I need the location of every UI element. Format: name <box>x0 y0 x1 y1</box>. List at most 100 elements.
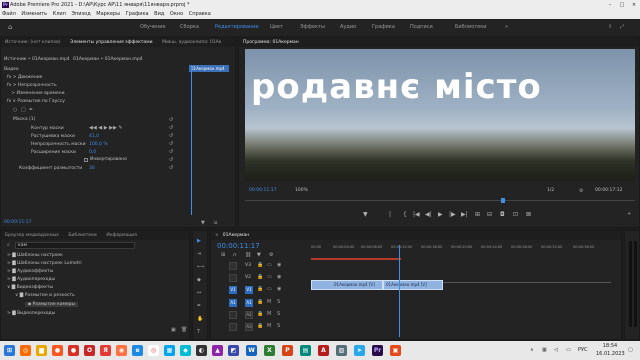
battery-icon[interactable]: ▭ <box>566 347 571 353</box>
mask-track-controls[interactable]: ◀◀ ◀ ▶ ▶▶ ✎ <box>89 125 139 132</box>
source-patch[interactable] <box>229 311 237 319</box>
menu-file[interactable]: Файл <box>2 11 16 17</box>
app-icon[interactable]: ◩ <box>228 345 239 356</box>
reset-icons[interactable]: ↺ ↺ ↺ ↺ ↺ ↺ ↺ <box>169 116 175 176</box>
close-sequence-icon[interactable]: × <box>211 231 223 240</box>
source-patch-v1[interactable]: V1 <box>229 286 237 294</box>
lock-icon[interactable]: 🔒 <box>257 286 263 292</box>
ws-editing[interactable]: Редактирование <box>215 24 259 30</box>
clip-bar[interactable]: 01Акерман.mp4 <box>189 65 229 72</box>
program-timecode[interactable]: 00:00:11:17 <box>249 188 276 193</box>
maximize-icon[interactable]: □ <box>616 0 628 10</box>
solo-icon[interactable]: S <box>277 311 280 317</box>
track-label-a1[interactable]: A1 <box>245 299 253 307</box>
close-icon[interactable]: × <box>628 0 640 10</box>
extract-icon[interactable]: ⊟ <box>487 211 492 218</box>
zoom-select[interactable]: 100% <box>295 188 308 193</box>
fx-opacity[interactable]: fx > Непрозрачность <box>7 83 57 88</box>
ripple-edit-icon[interactable]: ⟷ <box>197 264 204 270</box>
hand-icon[interactable]: ✋ <box>197 316 203 322</box>
slip-icon[interactable]: ↔ <box>197 290 201 296</box>
excel-icon[interactable]: X <box>264 345 275 356</box>
timeline-clip-1[interactable]: 01Акерман.mp4 [V] <box>311 280 383 290</box>
folder-icon[interactable]: ▆ <box>36 345 47 356</box>
menu-edit[interactable]: Изменить <box>21 11 47 17</box>
opera-icon[interactable]: O <box>84 345 95 356</box>
effects-folder[interactable]: > ▇ Видеопереходы <box>7 311 55 316</box>
nest-icon[interactable]: ⊞ <box>221 252 225 258</box>
step-back-icon[interactable]: |◀ <box>413 211 420 218</box>
inverted-checkbox[interactable] <box>84 158 88 162</box>
mask-expansion-value[interactable]: 0,0 <box>89 150 96 155</box>
yandex-icon[interactable]: Я <box>100 345 111 356</box>
effects-folder[interactable]: > ▇ Шаблоны настроек Lumetri <box>7 261 82 266</box>
ec-playhead[interactable] <box>191 65 192 215</box>
lock-icon[interactable]: 🔒 <box>257 299 263 305</box>
blurriness-value[interactable]: 30 <box>89 166 95 171</box>
tab-source[interactable]: Источник: (нет клипов) <box>1 38 65 47</box>
language-indicator[interactable]: РУС <box>578 347 588 353</box>
ws-audio[interactable]: Аудио <box>340 24 356 30</box>
menu-sequence[interactable]: Эпизод <box>72 11 91 17</box>
timeline-timecode[interactable]: 00:00:11:17 <box>217 242 260 250</box>
network-icon[interactable]: ▦ <box>542 347 547 353</box>
rect-mask-icon[interactable]: □ <box>21 107 26 113</box>
volume-icon[interactable]: ◁ <box>554 347 558 353</box>
ws-captions[interactable]: Подписи <box>410 24 433 30</box>
lock-icon[interactable]: 🔒 <box>257 323 263 329</box>
pen-mask-icon[interactable]: ✒ <box>29 107 33 113</box>
app-icon[interactable]: ▣ <box>390 345 401 356</box>
track-select-icon[interactable]: ⇥ <box>197 251 201 257</box>
fx-gaussian-blur[interactable]: fx ∨ Размытие по Гауссу <box>7 99 65 104</box>
clock-date[interactable]: 16.01.2023 <box>596 351 625 357</box>
comparison-icon[interactable]: ⊡ <box>513 211 518 218</box>
store-icon[interactable]: ▦ <box>164 345 175 356</box>
selection-tool-icon[interactable]: ▶ <box>197 238 201 244</box>
tab-program[interactable]: Программа: 01Акерман <box>239 38 303 47</box>
type-icon[interactable]: T <box>197 329 200 335</box>
fx-time-remap[interactable]: > Изменение времени <box>7 91 64 96</box>
telegram-icon[interactable]: ➤ <box>354 345 365 356</box>
ec-timecode[interactable]: 00:00:11:17 <box>4 220 31 225</box>
vr-icon[interactable]: ⊠ <box>526 211 531 218</box>
app-icon[interactable]: ▲ <box>212 345 223 356</box>
tab-audio-clip-mixer[interactable]: Микш. аудиоклипа: 01Ак <box>158 38 225 47</box>
new-bin-icon[interactable]: ▣ <box>171 327 176 333</box>
ws-libraries[interactable]: Библиотеки <box>455 24 487 30</box>
menu-graphics[interactable]: Графика <box>126 11 149 17</box>
step-forward-icon[interactable]: ▶| <box>461 211 468 218</box>
frame-forward-icon[interactable]: |▶ <box>449 211 456 218</box>
app-icon[interactable]: ▨ <box>336 345 347 356</box>
eye-icon[interactable]: ◉ <box>277 286 281 292</box>
resolution-select[interactable]: 1/2 <box>547 188 554 193</box>
tab-effect-controls[interactable]: Элементы управления эффектами <box>66 38 156 47</box>
linked-icon[interactable]: ⛓ <box>245 252 251 258</box>
source-patch-a1[interactable]: A1 <box>229 299 237 307</box>
work-area-bar[interactable] <box>311 258 401 260</box>
solo-icon[interactable]: S <box>277 299 280 305</box>
word-icon[interactable]: W <box>246 345 257 356</box>
app-icon[interactable]: ◎ <box>20 345 31 356</box>
program-scrub-bar[interactable] <box>245 200 635 204</box>
tab-media-browser[interactable]: Браузер медиаданных <box>1 231 63 240</box>
play-icon[interactable]: ▶ <box>438 211 443 218</box>
export-icon[interactable]: ⇲ <box>213 220 217 226</box>
ws-effects[interactable]: Эффекты <box>300 24 325 30</box>
menu-view[interactable]: Вид <box>154 11 164 17</box>
delete-icon[interactable]: 🗑 <box>181 327 187 333</box>
acrobat-icon[interactable]: A <box>318 345 329 356</box>
lock-icon[interactable]: 🔒 <box>257 274 263 280</box>
track-label-a3[interactable]: A3 <box>245 323 253 331</box>
razor-icon[interactable]: ◆ <box>197 277 201 283</box>
mute-icon[interactable]: M <box>267 299 271 305</box>
fx-motion[interactable]: fx > Движение <box>7 75 42 80</box>
ws-color[interactable]: Цвет <box>270 24 283 30</box>
frame-back-icon[interactable]: ◀| <box>425 211 432 218</box>
add-button-icon[interactable]: + <box>627 211 631 217</box>
eye-icon[interactable]: ◉ <box>277 274 281 280</box>
camera-icon[interactable]: ◘ <box>500 211 505 218</box>
ws-learning[interactable]: Обучение <box>140 24 166 30</box>
premiere-taskbar-icon[interactable]: Pr <box>372 345 383 356</box>
filter-icon[interactable]: ▼ <box>201 220 205 226</box>
chrome-icon[interactable]: ◎ <box>148 345 159 356</box>
